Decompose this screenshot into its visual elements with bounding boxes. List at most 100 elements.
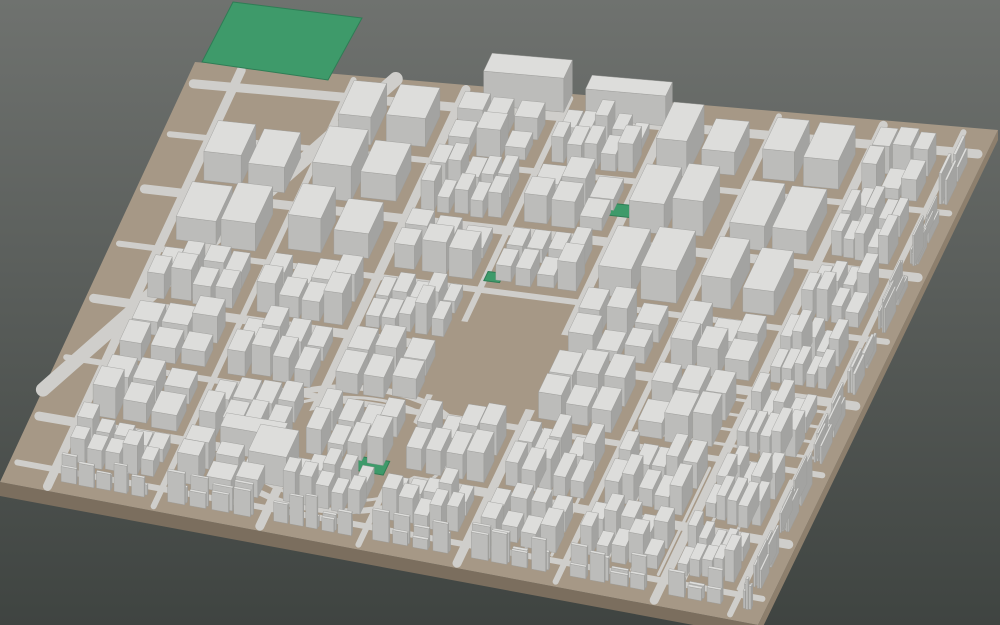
building-front-face <box>831 230 843 257</box>
building <box>372 507 390 543</box>
building-front-face <box>600 152 616 172</box>
building <box>131 473 146 498</box>
building-side-face <box>335 513 337 531</box>
building-front-face <box>706 587 721 605</box>
building <box>491 529 508 565</box>
building-front-face <box>432 521 449 554</box>
building-front-face <box>570 479 585 499</box>
building-side-face <box>127 472 130 492</box>
building-front-face <box>394 243 415 270</box>
building-front-face <box>272 355 290 383</box>
building-front-face <box>495 264 512 283</box>
building-front-face <box>372 509 389 543</box>
building-side-face <box>333 517 335 533</box>
building-front-face <box>515 267 531 288</box>
building-side-face <box>184 472 186 505</box>
building-front-face <box>553 475 566 499</box>
building <box>531 535 547 572</box>
building-side-face <box>720 588 722 605</box>
building-side-face <box>449 531 451 552</box>
building-front-face <box>770 365 781 384</box>
building <box>748 583 753 610</box>
building-front-face <box>96 471 111 491</box>
building-front-face <box>363 374 385 399</box>
building-front-face <box>748 431 758 454</box>
building-front-face <box>337 510 352 536</box>
building-front-face <box>367 435 384 466</box>
building-front-face <box>420 179 435 211</box>
building-front-face <box>589 552 605 583</box>
building-front-face <box>557 260 577 292</box>
building-front-face <box>724 549 735 583</box>
building-front-face <box>454 188 469 215</box>
building-front-face <box>211 491 229 513</box>
building <box>670 320 701 371</box>
building-front-face <box>852 373 856 396</box>
building-front-face <box>817 366 827 390</box>
building <box>96 470 112 491</box>
city-model-viewport[interactable] <box>0 0 1000 625</box>
building-side-face <box>509 531 511 563</box>
building-side-face <box>186 485 188 503</box>
building-side-face <box>351 511 353 536</box>
building <box>687 584 703 602</box>
building-front-face <box>140 458 154 477</box>
building-side-face <box>490 525 492 559</box>
building-side-face <box>287 503 289 524</box>
building-front-face <box>759 569 762 589</box>
building <box>337 508 353 536</box>
building-front-face <box>762 148 795 182</box>
building-front-face <box>466 450 485 483</box>
building <box>60 464 78 485</box>
building-front-face <box>333 229 369 259</box>
building-front-face <box>60 466 77 485</box>
building-front-face <box>415 301 428 335</box>
building <box>392 528 409 547</box>
building-side-face <box>684 571 686 598</box>
building <box>629 570 646 591</box>
building-front-face <box>531 537 546 572</box>
building-front-face <box>273 501 288 524</box>
building <box>273 500 289 524</box>
building-front-face <box>854 232 865 262</box>
building-roof <box>748 583 753 587</box>
building-front-face <box>938 173 942 205</box>
building-side-face <box>548 550 550 570</box>
building-front-face <box>323 290 343 326</box>
building-front-face <box>611 543 626 565</box>
building-front-face <box>753 565 756 588</box>
building-front-face <box>912 234 915 267</box>
building <box>189 488 207 509</box>
building-front-face <box>113 463 128 494</box>
building-front-face <box>347 488 361 515</box>
building-side-face <box>316 495 319 530</box>
building-front-face <box>726 499 737 526</box>
building-front-face <box>321 517 335 533</box>
building-front-face <box>360 171 397 202</box>
building-front-face <box>617 142 634 173</box>
building-front-face <box>689 558 700 578</box>
building-front-face <box>170 267 192 302</box>
building-front-face <box>803 156 839 190</box>
building-front-face <box>850 366 853 394</box>
building-side-face <box>409 515 411 544</box>
building-side-face <box>586 545 589 577</box>
building-side-face <box>526 551 528 569</box>
building-side-face <box>110 472 112 491</box>
building <box>305 493 319 530</box>
building-front-face <box>551 199 576 229</box>
building-front-face <box>779 513 782 534</box>
building-side-face <box>487 533 490 561</box>
building <box>476 111 509 159</box>
building-side-face <box>722 568 724 602</box>
building-side-face <box>93 464 95 488</box>
building-front-face <box>805 373 815 388</box>
building-front-face <box>131 475 145 498</box>
building-front-face <box>305 494 318 530</box>
building-front-face <box>421 239 447 275</box>
building-front-face <box>78 463 95 489</box>
city-model-canvas[interactable] <box>0 0 1000 625</box>
building-front-face <box>716 494 726 521</box>
building-front-face <box>511 550 528 569</box>
building-front-face <box>147 271 165 300</box>
